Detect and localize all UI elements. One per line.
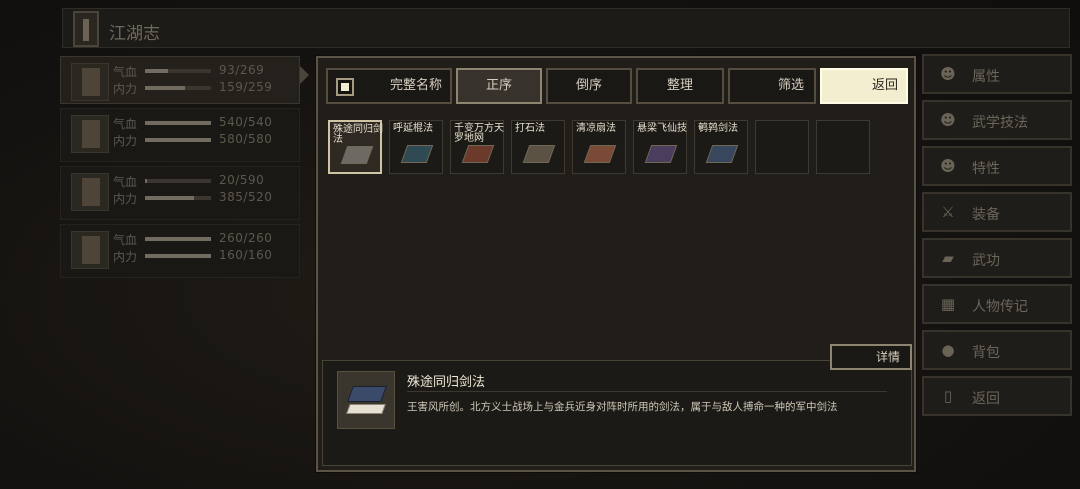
details-button[interactable]: 详情 [830, 344, 912, 370]
skill-slot[interactable]: 殊途同归剑法 [328, 120, 383, 174]
skill-book-icon [340, 146, 374, 164]
toolbar: 完整名称 正序 倒序 整理 筛选 返回 [326, 68, 908, 104]
skill-slot[interactable]: 打石法 [511, 120, 565, 174]
journal-icon [73, 11, 99, 47]
side-item-kungfu[interactable]: ▰ 武功 [922, 238, 1072, 278]
mp-stat: 内力 385/520 [113, 190, 273, 206]
empty-skill-slot[interactable] [755, 120, 809, 174]
hp-bar [145, 121, 211, 125]
divider [407, 391, 887, 392]
mp-bar [145, 86, 211, 90]
biography-icon: ▦ [940, 295, 956, 313]
martial-icon: ☻ [940, 111, 956, 129]
organize-button[interactable]: 整理 [636, 68, 724, 104]
empty-skill-slot[interactable] [816, 120, 870, 174]
hp-bar [145, 179, 211, 183]
full-name-toggle[interactable]: 完整名称 [326, 68, 452, 104]
side-menu: ☻ 属性 ☻ 武学技法 ☻ 特性 ⚔ 装备 ▰ 武功 ▦ 人物传记 ● 背包 ▯… [922, 54, 1072, 422]
skill-book-icon [583, 145, 617, 163]
mp-stat: 内力 580/580 [113, 132, 273, 148]
sort-descending-button[interactable]: 倒序 [546, 68, 632, 104]
skill-name: 千变万方天罗地网 [454, 123, 504, 144]
hp-stat: 气血 20/590 [113, 173, 265, 189]
door-icon: ▯ [943, 387, 953, 405]
hp-stat: 气血 540/540 [113, 115, 273, 131]
header-title: 江湖志 [109, 24, 160, 44]
detail-panel: 殊途同归剑法 王害风所创。北方义士战场上与金兵近身对阵时所用的剑法，属于与敌人搏… [322, 360, 912, 466]
skill-slot[interactable]: 呼延棍法 [389, 120, 443, 174]
side-item-equipment[interactable]: ⚔ 装备 [922, 192, 1072, 232]
skill-slot[interactable]: 悬梁飞仙技 [633, 120, 687, 174]
party-member-1[interactable]: 气血 93/269 内力 159/259 [60, 56, 300, 104]
skill-grid: 殊途同归剑法 呼延棍法 千变万方天罗地网 打石法 清凉扇法 悬梁飞仙技 鹌鹑剑法 [328, 120, 908, 180]
skill-slot[interactable]: 清凉扇法 [572, 120, 626, 174]
sword-icon: ⚔ [941, 203, 955, 221]
skill-name: 殊途同归剑法 [333, 124, 383, 145]
skill-book-icon [337, 371, 395, 429]
side-item-traits[interactable]: ☻ 特性 [922, 146, 1072, 186]
party-member-4[interactable]: 气血 260/260 内力 160/160 [60, 224, 300, 278]
side-item-return[interactable]: ▯ 返回 [922, 376, 1072, 416]
skill-slot[interactable]: 鹌鹑剑法 [694, 120, 748, 174]
hp-stat: 气血 93/269 [113, 63, 265, 79]
skill-name: 鹌鹑剑法 [698, 123, 738, 134]
avatar [71, 173, 109, 211]
return-button[interactable]: 返回 [820, 68, 908, 104]
party-member-2[interactable]: 气血 540/540 内力 580/580 [60, 108, 300, 162]
book-icon: ▰ [942, 249, 954, 267]
person-icon: ☻ [940, 65, 956, 83]
side-item-attributes[interactable]: ☻ 属性 [922, 54, 1072, 94]
avatar [71, 115, 109, 153]
hp-bar [145, 69, 211, 73]
skill-name: 悬梁飞仙技 [637, 123, 687, 134]
side-item-martial-skills[interactable]: ☻ 武学技法 [922, 100, 1072, 140]
skill-name: 清凉扇法 [576, 123, 616, 134]
skill-book-icon [705, 145, 739, 163]
skill-book-icon [461, 145, 495, 163]
skill-book-icon [522, 145, 556, 163]
skill-name: 呼延棍法 [393, 123, 433, 134]
detail-skill-name: 殊途同归剑法 [407, 375, 486, 390]
skill-book-icon [644, 145, 678, 163]
skill-book-icon [400, 145, 434, 163]
header-bar: 江湖志 [62, 8, 1070, 48]
side-item-biography[interactable]: ▦ 人物传记 [922, 284, 1072, 324]
skill-name: 打石法 [515, 123, 545, 134]
full-name-checkbox[interactable] [336, 78, 354, 96]
detail-description: 王害风所创。北方义士战场上与金兵近身对阵时所用的剑法，属于与敌人搏命一种的军中剑… [407, 401, 838, 413]
mp-stat: 内力 160/160 [113, 248, 273, 264]
avatar [71, 231, 109, 269]
sort-ascending-button[interactable]: 正序 [456, 68, 542, 104]
mp-bar [145, 254, 211, 258]
bag-icon: ● [941, 341, 955, 359]
avatar [71, 63, 109, 101]
party-member-3[interactable]: 气血 20/590 内力 385/520 [60, 166, 300, 220]
party-list: 气血 93/269 内力 159/259 气血 540/540 内力 580/5… [60, 56, 309, 282]
hp-stat: 气血 260/260 [113, 231, 273, 247]
skill-book-panel: 完整名称 正序 倒序 整理 筛选 返回 殊途同归剑法 呼延棍法 千变万方天罗地网 打石… [316, 56, 916, 472]
skill-slot[interactable]: 千变万方天罗地网 [450, 120, 504, 174]
side-item-bag[interactable]: ● 背包 [922, 330, 1072, 370]
hp-bar [145, 237, 211, 241]
filter-button[interactable]: 筛选 [728, 68, 816, 104]
mp-stat: 内力 159/259 [113, 80, 273, 96]
mp-bar [145, 196, 211, 200]
mp-bar [145, 138, 211, 142]
trait-icon: ☻ [940, 157, 956, 175]
